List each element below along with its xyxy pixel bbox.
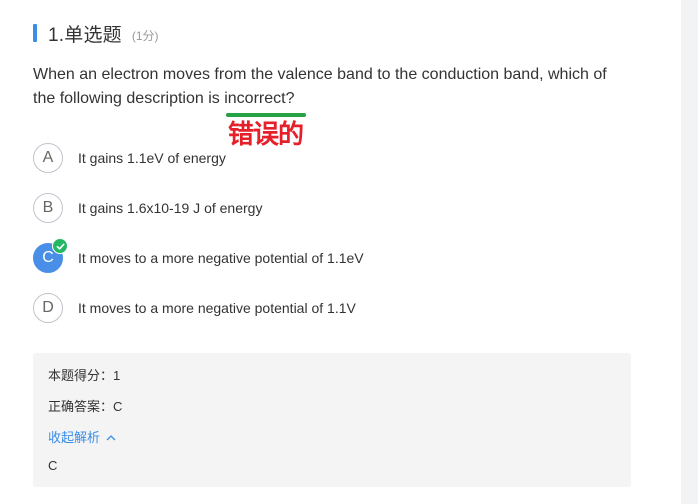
- question-type-title: 1.单选题: [48, 24, 122, 46]
- option-a[interactable]: A It gains 1.1eV of energy: [33, 143, 593, 173]
- option-letter: A: [33, 143, 63, 173]
- option-letter: B: [33, 193, 63, 223]
- option-text: It moves to a more negative potential of…: [78, 250, 364, 266]
- check-icon: [52, 238, 68, 254]
- correct-answer-line: 正确答案：C: [48, 399, 123, 414]
- question-text: When an electron moves from the valence …: [33, 66, 607, 107]
- title-accent-bar: [33, 24, 37, 42]
- question-header: 1.单选题 (1分): [33, 22, 159, 46]
- option-b[interactable]: B It gains 1.6x10-19 J of energy: [33, 193, 593, 223]
- option-c[interactable]: C It moves to a more negative potential …: [33, 238, 593, 273]
- chevron-up-icon: [106, 429, 116, 444]
- option-d[interactable]: D It moves to a more negative potential …: [33, 293, 593, 323]
- analysis-explanation: C: [48, 458, 58, 473]
- option-letter: D: [33, 293, 63, 323]
- collapse-analysis-label: 收起解析: [48, 430, 101, 445]
- analysis-panel: 本题得分：1 正确答案：C 收起解析 C: [33, 353, 631, 487]
- page-gutter: [681, 0, 698, 504]
- question-card: 1.单选题 (1分) When an electron moves from t…: [0, 0, 681, 504]
- score-line: 本题得分：1: [48, 368, 121, 383]
- question-score: (1分): [131, 28, 159, 43]
- collapse-analysis-button[interactable]: 收起解析: [48, 427, 116, 446]
- option-text: It gains 1.1eV of energy: [78, 150, 226, 166]
- option-letter-selected: C: [33, 238, 68, 273]
- option-letter-text: C: [42, 249, 54, 266]
- option-text: It moves to a more negative potential of…: [78, 300, 356, 316]
- option-text: It gains 1.6x10-19 J of energy: [78, 200, 263, 216]
